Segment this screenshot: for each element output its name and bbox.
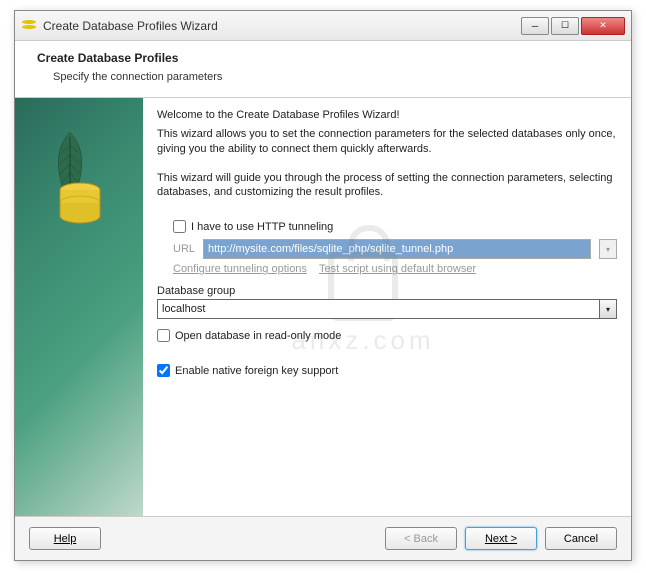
help-button[interactable]: Help	[29, 527, 101, 550]
window-controls: ─ ☐ ✕	[521, 17, 625, 35]
window-title: Create Database Profiles Wizard	[43, 19, 521, 33]
main-panel: anxz.com Welcome to the Create Database …	[143, 98, 631, 516]
foreign-key-row: Enable native foreign key support	[157, 364, 617, 377]
wizard-footer: Help < Back Next > Cancel	[15, 516, 631, 560]
intro-line-3: This wizard will guide you through the p…	[157, 171, 617, 201]
minimize-button[interactable]: ─	[521, 17, 549, 35]
http-tunnel-checkbox[interactable]	[173, 220, 186, 233]
page-subtitle: Specify the connection parameters	[53, 71, 613, 83]
intro-line-2: This wizard allows you to set the connec…	[157, 127, 617, 157]
database-icon	[55, 178, 105, 228]
content-area: anxz.com Welcome to the Create Database …	[15, 98, 631, 516]
http-tunnel-row: I have to use HTTP tunneling	[173, 220, 617, 233]
readonly-label[interactable]: Open database in read-only mode	[175, 330, 341, 342]
url-input	[203, 239, 591, 259]
foreign-key-checkbox[interactable]	[157, 364, 170, 377]
readonly-checkbox[interactable]	[157, 329, 170, 342]
database-group-value: localhost	[162, 303, 205, 315]
url-dropdown-button: ▾	[599, 239, 617, 259]
chevron-down-icon[interactable]: ▾	[599, 300, 616, 318]
cancel-button[interactable]: Cancel	[545, 527, 617, 550]
test-script-link: Test script using default browser	[319, 263, 476, 275]
database-group-label: Database group	[157, 285, 617, 297]
wizard-sidebar	[15, 98, 143, 516]
database-group-select[interactable]: localhost ▾	[157, 299, 617, 319]
url-label: URL	[173, 243, 195, 255]
maximize-button[interactable]: ☐	[551, 17, 579, 35]
page-title: Create Database Profiles	[37, 51, 613, 65]
configure-tunnel-link: Configure tunneling options	[173, 263, 307, 275]
tunnel-links-row: Configure tunneling options Test script …	[173, 263, 617, 275]
wizard-header: Create Database Profiles Specify the con…	[15, 41, 631, 98]
next-button[interactable]: Next >	[465, 527, 537, 550]
titlebar: Create Database Profiles Wizard ─ ☐ ✕	[15, 11, 631, 41]
intro-line-1: Welcome to the Create Database Profiles …	[157, 108, 617, 123]
sidebar-illustration	[45, 128, 95, 213]
http-tunnel-label[interactable]: I have to use HTTP tunneling	[191, 221, 333, 233]
back-button: < Back	[385, 527, 457, 550]
wizard-window: Create Database Profiles Wizard ─ ☐ ✕ Cr…	[14, 10, 632, 561]
close-button[interactable]: ✕	[581, 17, 625, 35]
readonly-row: Open database in read-only mode	[157, 329, 617, 342]
app-icon	[21, 18, 37, 34]
foreign-key-label[interactable]: Enable native foreign key support	[175, 365, 338, 377]
url-row: URL ▾	[173, 239, 617, 259]
